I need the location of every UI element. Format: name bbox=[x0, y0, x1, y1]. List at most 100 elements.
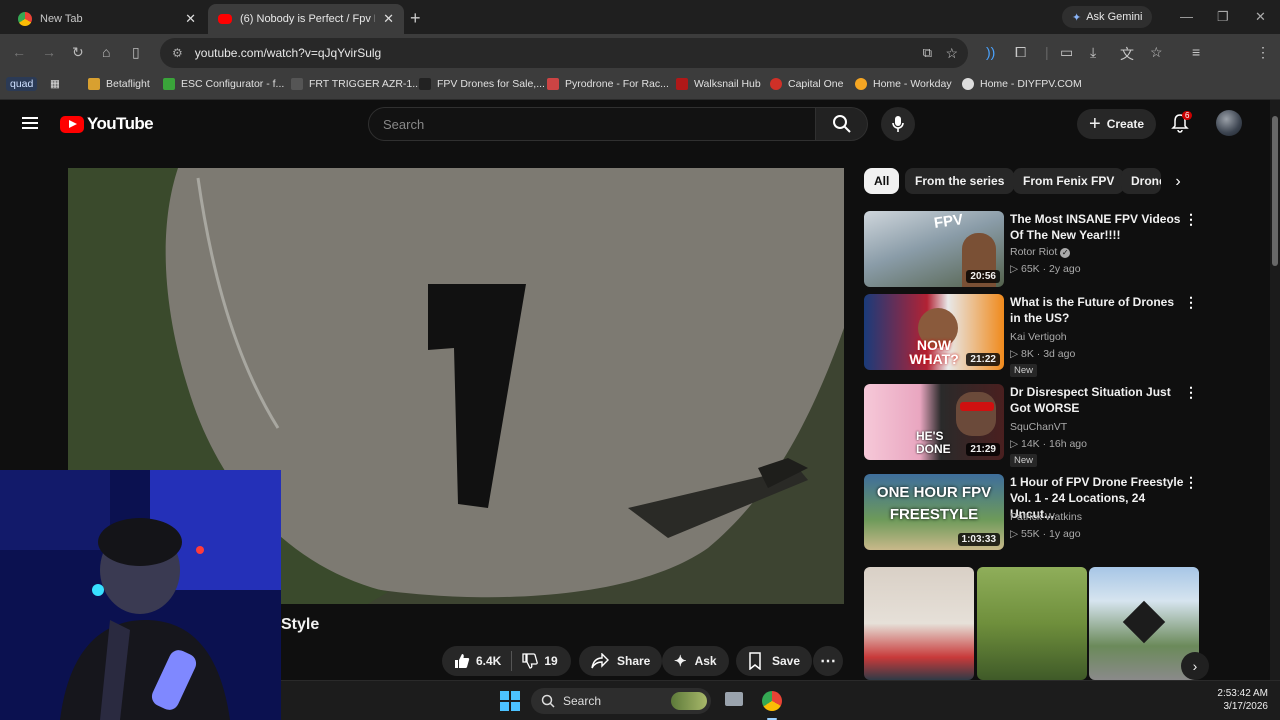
chip-from-fenix-fpv[interactable]: From Fenix FPV bbox=[1013, 168, 1125, 194]
site-info-icon[interactable]: ⚙ bbox=[172, 46, 183, 60]
bookmark-frt-trigger[interactable]: FRT TRIGGER AZR-1... bbox=[291, 78, 421, 90]
channel-name[interactable]: Patrick Watkins bbox=[1010, 511, 1082, 523]
thumbs-up-icon[interactable] bbox=[454, 653, 470, 669]
account-avatar[interactable] bbox=[1216, 110, 1242, 136]
downloads-icon[interactable]: ⤓ bbox=[1090, 44, 1096, 61]
channel-name[interactable]: SquChanVT bbox=[1010, 421, 1067, 433]
chip-drones[interactable]: Drones bbox=[1121, 168, 1161, 194]
bookmark-save-icon bbox=[749, 652, 761, 670]
minimize-icon[interactable]: — bbox=[1180, 9, 1193, 24]
youtube-favicon-icon bbox=[218, 14, 232, 24]
apps-grid-icon[interactable]: ▦ bbox=[50, 78, 60, 90]
video-title[interactable]: Dr Disrespect Situation Just Got WORSE bbox=[1010, 384, 1186, 416]
dislike-count[interactable]: 19 bbox=[544, 654, 557, 668]
media-controls-icon[interactable]: ≡ bbox=[1192, 44, 1200, 60]
close-window-icon[interactable]: ✕ bbox=[1255, 9, 1266, 25]
bookmark-esc-configurator[interactable]: ESC Configurator - f... bbox=[163, 78, 284, 90]
recommended-video[interactable]: FPV 20:56 The Most INSANE FPV Videos Of … bbox=[864, 211, 1204, 291]
task-view-icon[interactable] bbox=[725, 692, 743, 706]
install-app-icon[interactable]: ⧉ bbox=[923, 45, 932, 61]
channel-name[interactable]: Kai Vertigoh bbox=[1010, 331, 1067, 343]
view-count: 14K bbox=[1021, 438, 1040, 450]
audio-playing-icon[interactable]: )) bbox=[986, 44, 995, 60]
translate-icon[interactable]: 文 bbox=[1120, 44, 1134, 64]
browser-tab-strip: New Tab ✕ (6) Nobody is Perfect / Fpv Fr… bbox=[0, 0, 1280, 34]
search-input[interactable]: Search bbox=[368, 107, 816, 141]
favorites-icon[interactable]: ☆ bbox=[1150, 44, 1163, 61]
reading-list-icon[interactable]: ▭ bbox=[1060, 44, 1073, 61]
chevron-right-icon[interactable]: › bbox=[1166, 170, 1190, 194]
bookmark-capital-one[interactable]: Capital One bbox=[770, 78, 843, 90]
video-thumbnail[interactable]: FPV 20:56 bbox=[864, 211, 1004, 287]
video-thumbnail[interactable]: NOW WHAT? 21:22 bbox=[864, 294, 1004, 370]
thumbs-down-icon[interactable] bbox=[522, 653, 539, 669]
taskbar-search[interactable]: Search bbox=[531, 688, 711, 714]
scrollbar-thumb[interactable] bbox=[1272, 116, 1278, 266]
close-tab-icon[interactable]: ✕ bbox=[383, 11, 394, 27]
extensions-icon[interactable]: ⧠ bbox=[1015, 44, 1026, 61]
create-button[interactable]: + Create bbox=[1077, 109, 1157, 139]
close-tab-icon[interactable]: ✕ bbox=[185, 11, 196, 27]
clock-date: 3/17/2026 bbox=[1223, 701, 1269, 712]
chevron-right-icon[interactable]: › bbox=[1181, 652, 1209, 680]
create-label: Create bbox=[1106, 117, 1145, 131]
video-thumbnail[interactable]: ONE HOUR FPV FREESTYLE 1:03:33 bbox=[864, 474, 1004, 550]
search-button[interactable] bbox=[816, 107, 868, 141]
reload-icon[interactable]: ↻ bbox=[72, 44, 84, 61]
chip-all[interactable]: All bbox=[864, 168, 900, 194]
back-arrow-icon[interactable]: ← bbox=[12, 44, 26, 60]
youtube-logo[interactable]: YouTube bbox=[60, 114, 154, 134]
home-icon[interactable]: ⌂ bbox=[102, 44, 110, 60]
logo-text: YouTube bbox=[87, 114, 154, 133]
ask-gemini-button[interactable]: ✦ Ask Gemini bbox=[1062, 6, 1153, 28]
system-clock[interactable]: 2:53:42 AM 3/17/2026 bbox=[1217, 687, 1268, 713]
like-count[interactable]: 6.4K bbox=[476, 654, 501, 668]
ask-label: Ask bbox=[694, 654, 717, 668]
thumbnail-text: HE'S DONE bbox=[916, 429, 951, 456]
bookmark-folder-quad[interactable]: quad bbox=[6, 77, 38, 91]
save-button[interactable]: Save bbox=[736, 646, 813, 676]
bookmark-fpv-drones[interactable]: FPV Drones for Sale,... bbox=[419, 78, 545, 90]
voice-search-button[interactable] bbox=[881, 107, 915, 141]
channel-name[interactable]: Rotor Riot ✓ bbox=[1010, 246, 1071, 258]
more-actions-icon[interactable]: ⋯ bbox=[813, 646, 843, 676]
bookmark-workday[interactable]: Home - Workday bbox=[855, 78, 952, 90]
forward-arrow-icon[interactable]: → bbox=[42, 44, 56, 60]
drone-icon bbox=[1122, 600, 1166, 644]
side-panel-icon[interactable]: ▯ bbox=[132, 44, 140, 61]
video-thumbnail[interactable]: HE'S DONE 21:29 bbox=[864, 384, 1004, 460]
recommended-video[interactable]: NOW WHAT? 21:22 What is the Future of Dr… bbox=[864, 294, 1204, 377]
more-options-icon[interactable]: ⋮ bbox=[1184, 474, 1198, 491]
short-thumbnail[interactable] bbox=[864, 567, 974, 680]
bookmark-betaflight[interactable]: Betaflight bbox=[88, 78, 150, 90]
video-meta: ▷ 55K · 1y ago bbox=[1010, 528, 1081, 540]
bookmark-pyrodrone[interactable]: Pyrodrone - For Rac... bbox=[547, 78, 669, 90]
tab-new-tab[interactable]: New Tab ✕ bbox=[8, 4, 206, 34]
bookmark-diyfpv[interactable]: Home - DIYFPV.COM bbox=[962, 78, 1082, 90]
ask-button[interactable]: ✦ Ask bbox=[662, 646, 729, 676]
more-options-icon[interactable]: ⋮ bbox=[1184, 211, 1198, 228]
bookmark-label: Home - DIYFPV.COM bbox=[980, 78, 1082, 90]
address-bar[interactable]: ⚙ youtube.com/watch?v=qJqYvirSulg ⧉ ☆ bbox=[160, 38, 968, 68]
tab-youtube-video[interactable]: (6) Nobody is Perfect / Fpv Freestyle ✕ bbox=[208, 4, 404, 34]
page-scrollbar[interactable] bbox=[1270, 100, 1280, 680]
recommended-video[interactable]: HE'S DONE 21:29 Dr Disrespect Situation … bbox=[864, 384, 1204, 467]
video-title[interactable]: The Most INSANE FPV Videos Of The New Ye… bbox=[1010, 211, 1186, 243]
chip-from-the-series[interactable]: From the series bbox=[905, 168, 1015, 194]
video-meta: ▷ 8K · 3d ago bbox=[1010, 348, 1076, 360]
more-options-icon[interactable]: ⋮ bbox=[1184, 384, 1198, 401]
new-tab-button[interactable]: + bbox=[410, 8, 421, 29]
video-title[interactable]: What is the Future of Drones in the US? bbox=[1010, 294, 1186, 326]
windows-start-icon[interactable] bbox=[499, 690, 521, 712]
bookmark-walksnail[interactable]: Walksnail Hub bbox=[676, 78, 761, 90]
more-options-icon[interactable]: ⋮ bbox=[1184, 294, 1198, 311]
chrome-taskbar-icon[interactable] bbox=[762, 691, 782, 711]
share-button[interactable]: Share bbox=[579, 646, 663, 676]
menu-icon[interactable] bbox=[22, 117, 38, 129]
more-menu-icon[interactable]: ⋮ bbox=[1256, 44, 1270, 61]
short-thumbnail[interactable] bbox=[977, 567, 1087, 680]
recommended-video[interactable]: ONE HOUR FPV FREESTYLE 1:03:33 1 Hour of… bbox=[864, 474, 1204, 554]
thumbnail-text: FPV bbox=[932, 211, 965, 232]
maximize-icon[interactable]: ❐ bbox=[1217, 9, 1229, 25]
bookmark-star-icon[interactable]: ☆ bbox=[945, 45, 958, 62]
